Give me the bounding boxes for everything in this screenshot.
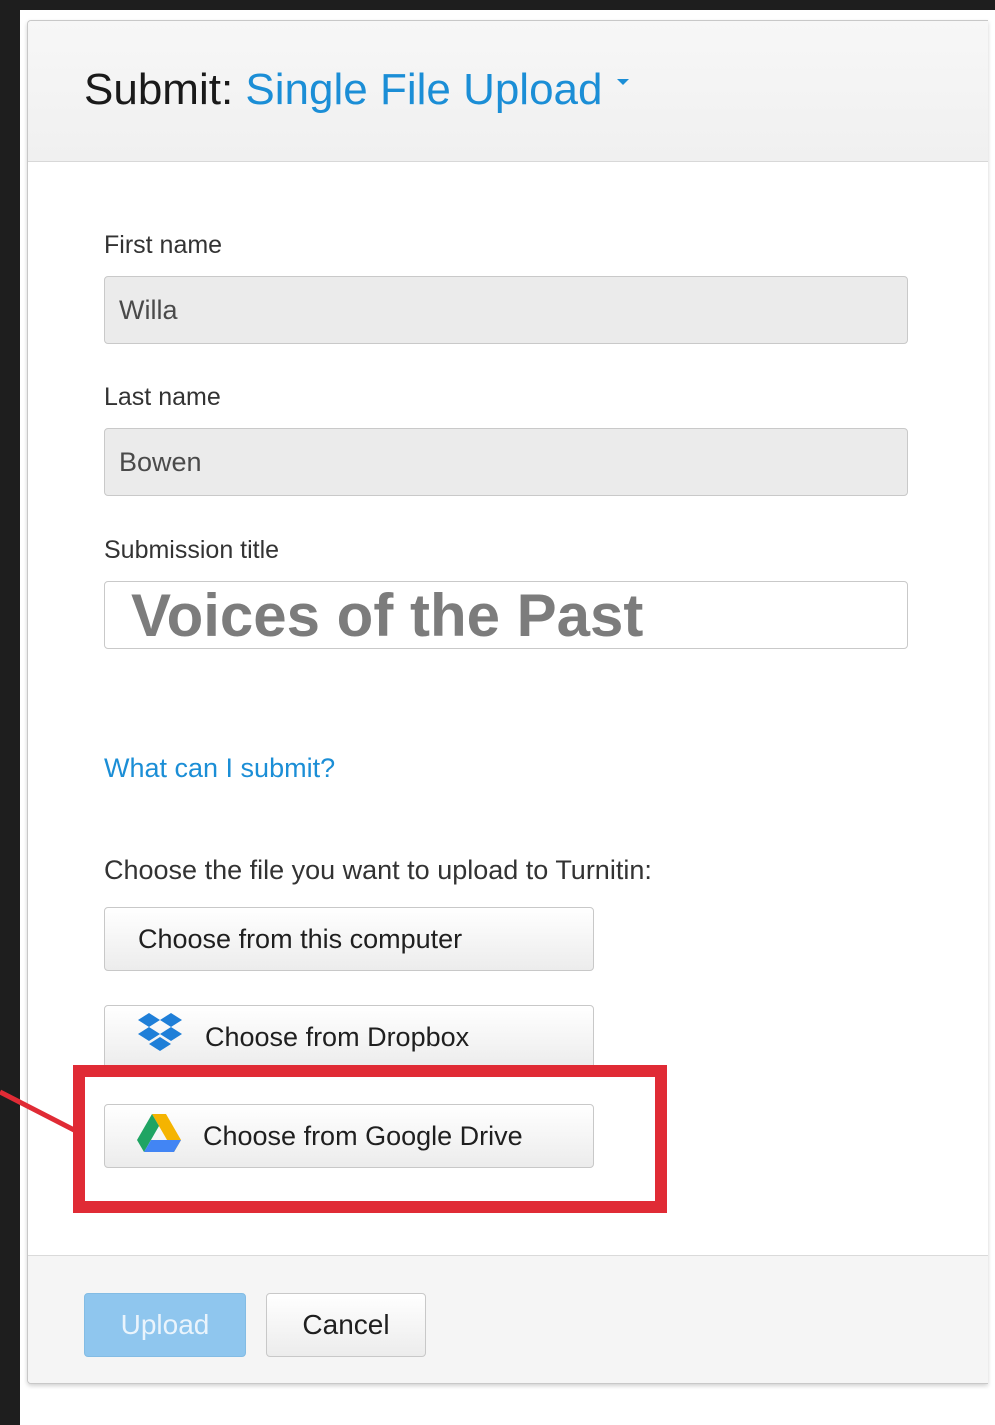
google-drive-icon: [137, 1113, 181, 1159]
dialog-footer: Upload Cancel: [28, 1255, 988, 1383]
first-name-value: Willa: [119, 294, 178, 325]
upload-button[interactable]: Upload: [84, 1293, 246, 1357]
last-name-label: Last name: [104, 383, 221, 411]
choose-from-google-drive-label: Choose from Google Drive: [203, 1120, 523, 1151]
submission-type-dropdown[interactable]: Single File Upload: [245, 65, 629, 114]
choose-file-prompt: Choose the file you want to upload to Tu…: [104, 855, 652, 885]
last-name-value: Bowen: [119, 446, 202, 477]
dialog-title: Submit: Single File Upload: [84, 65, 629, 115]
first-name-field: Willa: [104, 276, 908, 344]
submission-title-label: Submission title: [104, 536, 280, 564]
choose-from-google-drive-button[interactable]: Choose from Google Drive: [104, 1104, 594, 1168]
submission-type-label: Single File Upload: [245, 65, 603, 114]
caret-down-icon: [616, 79, 629, 86]
first-name-label: First name: [104, 231, 223, 259]
choose-from-dropbox-label: Choose from Dropbox: [205, 1021, 470, 1052]
submission-title-input[interactable]: Voices of the Past: [104, 581, 908, 649]
last-name-field: Bowen: [104, 428, 908, 496]
window-left-edge: [0, 0, 20, 1425]
submit-dialog: Submit: Single File Upload First name Wi…: [27, 20, 988, 1384]
window-top-edge: [0, 0, 995, 10]
choose-from-dropbox-button[interactable]: Choose from Dropbox: [104, 1005, 594, 1069]
choose-from-computer-label: Choose from this computer: [138, 923, 463, 954]
title-prefix: Submit:: [84, 65, 234, 114]
submission-title-value: Voices of the Past: [131, 581, 644, 649]
cancel-button[interactable]: Cancel: [266, 1293, 426, 1357]
choose-from-computer-button[interactable]: Choose from this computer: [104, 907, 594, 971]
dropbox-icon: [137, 1012, 183, 1062]
dialog-header: Submit: Single File Upload: [28, 21, 988, 162]
what-can-i-submit-link[interactable]: What can I submit?: [104, 753, 335, 784]
